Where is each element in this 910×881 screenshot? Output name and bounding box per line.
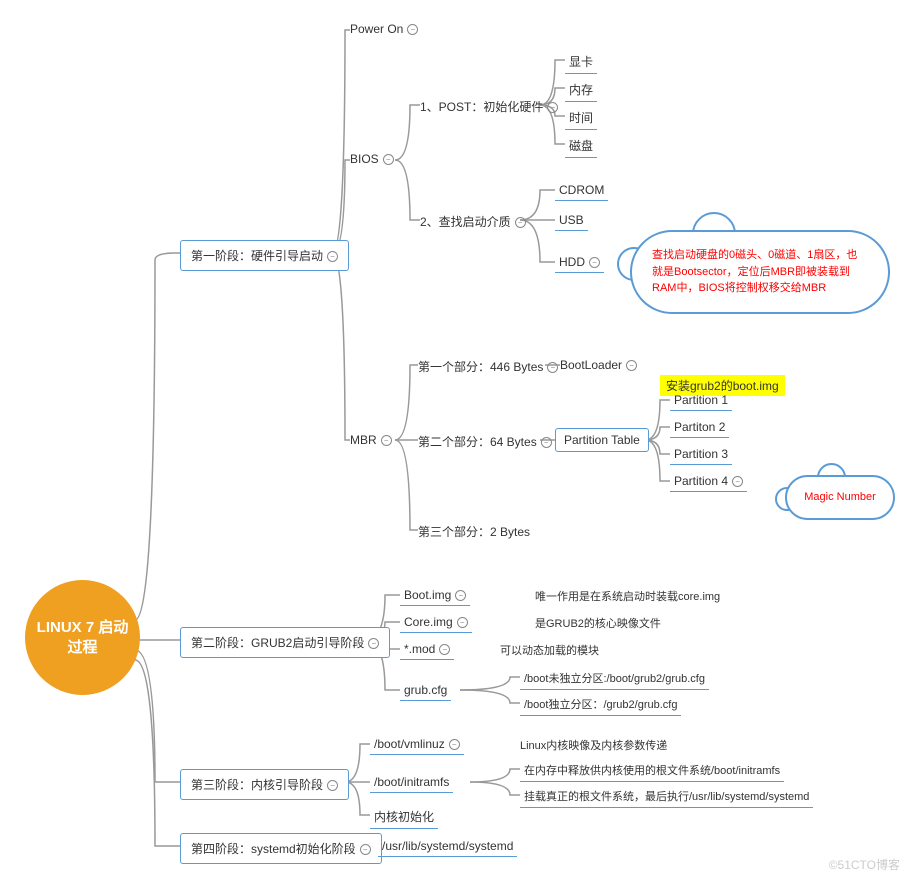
- collapse-icon[interactable]: −: [732, 476, 743, 487]
- bios-node[interactable]: BIOS−: [350, 152, 394, 166]
- partition-item[interactable]: Partition 1: [670, 393, 732, 411]
- bootloader-node[interactable]: BootLoader−: [560, 358, 637, 372]
- collapse-icon[interactable]: −: [541, 437, 552, 448]
- grubcfg-b[interactable]: /boot独立分区：/grub2/grub.cfg: [520, 696, 681, 716]
- collapse-icon[interactable]: −: [626, 360, 637, 371]
- coreimg-node[interactable]: Core.img−: [400, 615, 472, 633]
- coreimg-desc: 是GRUB2的核心映像文件: [535, 615, 661, 631]
- mbr-part3[interactable]: 第三个部分：2 Bytes: [418, 523, 530, 540]
- collapse-icon[interactable]: −: [327, 780, 338, 791]
- post-item[interactable]: 磁盘: [565, 137, 597, 158]
- collapse-icon[interactable]: −: [449, 739, 460, 750]
- grubcfg-node[interactable]: grub.cfg: [400, 683, 451, 701]
- collapse-icon[interactable]: −: [455, 590, 466, 601]
- systemd-node[interactable]: /usr/lib/systemd/systemd: [378, 839, 517, 857]
- collapse-icon[interactable]: −: [515, 217, 526, 228]
- collapse-icon[interactable]: −: [360, 844, 371, 855]
- stage3-node[interactable]: 第三阶段：内核引导阶段−: [180, 769, 349, 800]
- root-label: LINUX 7 启动过程: [35, 618, 130, 657]
- partition-item[interactable]: Partition 3: [670, 447, 732, 465]
- bootimg-desc: 唯一作用是在系统启动时装载core.img: [535, 588, 720, 604]
- initramfs-a[interactable]: 在内存中释放供内核使用的根文件系统/boot/initramfs: [520, 762, 784, 782]
- collapse-icon[interactable]: −: [457, 617, 468, 628]
- partition-item[interactable]: Partiton 2: [670, 420, 729, 438]
- initramfs-b[interactable]: 挂载真正的根文件系统，最后执行/usr/lib/systemd/systemd: [520, 788, 813, 808]
- poweron-node[interactable]: Power On−: [350, 22, 418, 36]
- collapse-icon[interactable]: −: [439, 644, 450, 655]
- media-item[interactable]: USB: [555, 213, 588, 231]
- collapse-icon[interactable]: −: [547, 362, 558, 373]
- media-item[interactable]: CDROM: [555, 183, 608, 201]
- post-item[interactable]: 时间: [565, 109, 597, 130]
- bootimg-node[interactable]: Boot.img−: [400, 588, 470, 606]
- mbr-node[interactable]: MBR−: [350, 433, 392, 447]
- kernelinit-node[interactable]: 内核初始化: [370, 808, 438, 829]
- post-node[interactable]: 1、POST：初始化硬件−: [420, 98, 558, 115]
- bootmedia-node[interactable]: 2、查找启动介质−: [420, 213, 526, 230]
- collapse-icon[interactable]: −: [407, 24, 418, 35]
- cloud-magic-number: Magic Number: [785, 475, 895, 520]
- media-hdd[interactable]: HDD−: [555, 255, 604, 273]
- stage1-node[interactable]: 第一阶段：硬件引导启动−: [180, 240, 349, 271]
- post-item[interactable]: 内存: [565, 81, 597, 102]
- vmlinuz-desc: Linux内核映像及内核参数传递: [520, 737, 667, 753]
- collapse-icon[interactable]: −: [589, 257, 600, 268]
- mbr-part2[interactable]: 第二个部分：64 Bytes−: [418, 433, 552, 450]
- mod-node[interactable]: *.mod−: [400, 642, 454, 660]
- stage2-node[interactable]: 第二阶段：GRUB2启动引导阶段−: [180, 627, 390, 658]
- mbr-part1[interactable]: 第一个部分：446 Bytes−: [418, 358, 558, 375]
- collapse-icon[interactable]: −: [368, 638, 379, 649]
- stage4-node[interactable]: 第四阶段：systemd初始化阶段−: [180, 833, 382, 864]
- grubcfg-a[interactable]: /boot未独立分区:/boot/grub2/grub.cfg: [520, 670, 709, 690]
- mod-desc: 可以动态加载的模块: [500, 642, 599, 658]
- partition-table[interactable]: Partition Table: [555, 428, 649, 452]
- root-node[interactable]: LINUX 7 启动过程: [25, 580, 140, 695]
- collapse-icon[interactable]: −: [381, 435, 392, 446]
- collapse-icon[interactable]: −: [383, 154, 394, 165]
- watermark: ©51CTO博客: [829, 856, 900, 873]
- collapse-icon[interactable]: −: [547, 102, 558, 113]
- initramfs-node[interactable]: /boot/initramfs: [370, 775, 453, 793]
- partition-item[interactable]: Partition 4−: [670, 474, 747, 492]
- post-item[interactable]: 显卡: [565, 53, 597, 74]
- cloud-note-mbr: 查找启动硬盘的0磁头、0磁道、1扇区，也就是Bootsector，定位后MBR即…: [630, 230, 890, 314]
- collapse-icon[interactable]: −: [327, 251, 338, 262]
- vmlinuz-node[interactable]: /boot/vmlinuz−: [370, 737, 464, 755]
